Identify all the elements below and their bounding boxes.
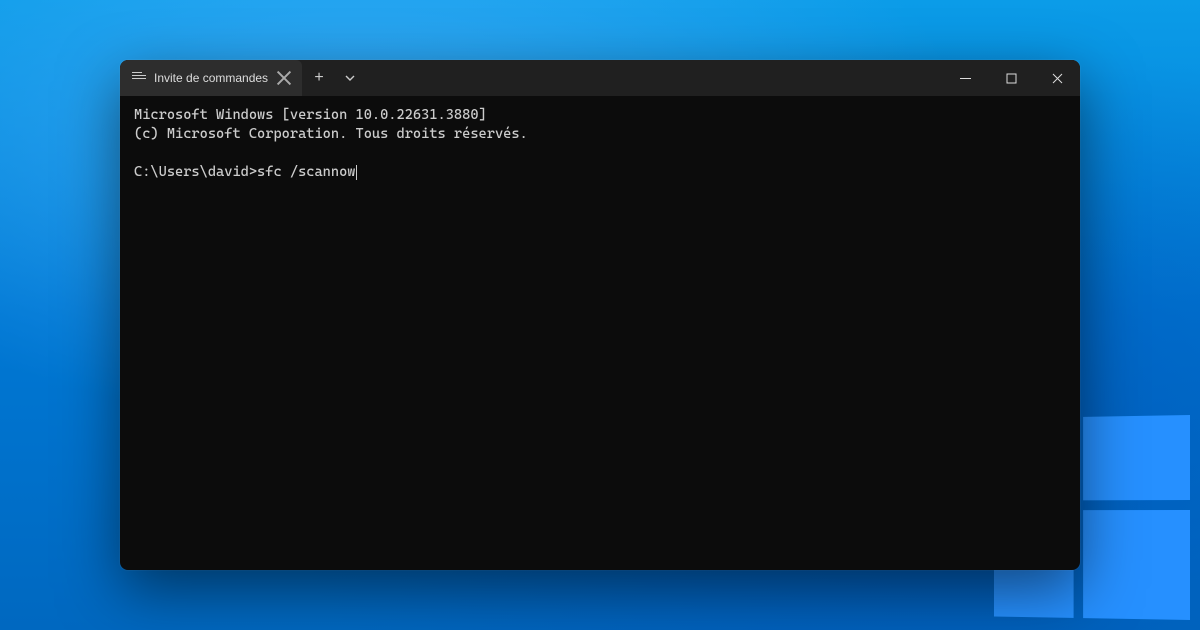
minimize-button[interactable] xyxy=(942,60,988,96)
minimize-icon xyxy=(960,73,971,84)
chevron-down-icon xyxy=(345,73,355,83)
tab-active[interactable]: Invite de commandes xyxy=(120,60,302,96)
titlebar[interactable]: Invite de commandes + xyxy=(120,60,1080,96)
typed-command: sfc /scannow xyxy=(257,164,355,180)
new-tab-button[interactable]: + xyxy=(302,60,336,96)
text-cursor xyxy=(356,165,357,180)
window-controls xyxy=(942,60,1080,96)
close-icon xyxy=(1052,73,1063,84)
command-prompt-icon xyxy=(132,72,146,84)
prompt-path: C:\Users\david> xyxy=(134,164,257,180)
maximize-button[interactable] xyxy=(988,60,1034,96)
titlebar-drag-area[interactable] xyxy=(364,60,942,96)
terminal-content[interactable]: Microsoft Windows [version 10.0.22631.38… xyxy=(120,96,1080,570)
close-button[interactable] xyxy=(1034,60,1080,96)
os-version-line: Microsoft Windows [version 10.0.22631.38… xyxy=(134,107,487,123)
tab-dropdown-button[interactable] xyxy=(336,60,364,96)
tab-title: Invite de commandes xyxy=(154,71,268,85)
terminal-window: Invite de commandes + Microsoft Windows … xyxy=(120,60,1080,570)
tab-close-button[interactable] xyxy=(276,70,292,86)
copyright-line: (c) Microsoft Corporation. Tous droits r… xyxy=(134,126,528,142)
maximize-icon xyxy=(1006,73,1017,84)
